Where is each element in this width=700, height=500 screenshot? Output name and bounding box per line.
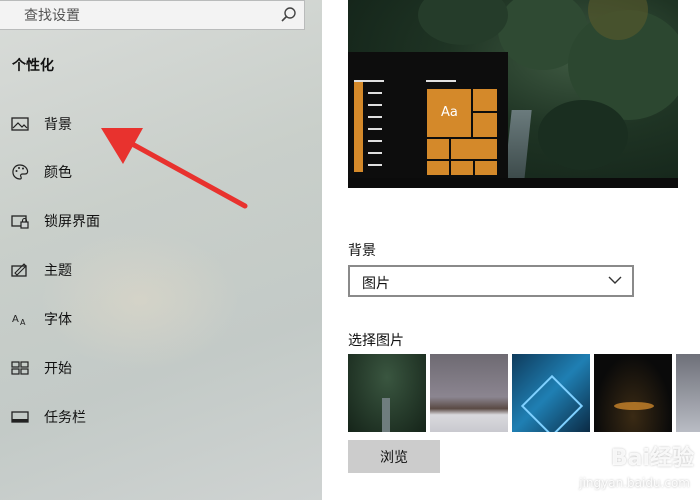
theme-icon — [11, 263, 27, 277]
sidebar-item-label: 任务栏 — [44, 410, 86, 426]
svg-text:A: A — [12, 314, 19, 325]
svg-text:A: A — [20, 318, 26, 327]
palette-icon — [12, 164, 29, 180]
picture-thumbnail-1[interactable] — [348, 354, 426, 432]
background-preview: Aa — [348, 0, 678, 188]
watermark-url: jingyan.baidu.com — [579, 476, 690, 490]
red-arrow-annotation — [101, 128, 248, 209]
sidebar-item-label: 开始 — [44, 361, 72, 377]
picture-thumbnail-4[interactable] — [594, 354, 672, 432]
search-box[interactable] — [0, 0, 305, 30]
preview-tile-text: Aa — [441, 105, 458, 120]
background-type-dropdown[interactable]: 图片 — [348, 265, 634, 297]
sidebar-item-themes[interactable]: 主题 — [0, 250, 322, 290]
search-icon[interactable] — [280, 6, 298, 24]
picture-thumbnail-2[interactable] — [430, 354, 508, 432]
sidebar-item-fonts[interactable]: A A 字体 — [0, 299, 322, 339]
settings-sidebar: 个性化 背景 颜色 锁屏界面 主题 A A 字 — [0, 0, 322, 500]
taskbar-icon — [11, 411, 29, 423]
browse-button[interactable]: 浏览 — [348, 440, 440, 473]
lock-screen-icon — [11, 215, 29, 229]
preview-start-menu: Aa — [348, 52, 508, 178]
search-input[interactable] — [22, 5, 276, 27]
picture-thumbnail-5[interactable] — [676, 354, 700, 432]
dropdown-value: 图片 — [362, 276, 390, 292]
section-title: 个性化 — [12, 58, 54, 74]
preview-taskbar — [348, 178, 678, 188]
sidebar-item-label: 锁屏界面 — [44, 214, 100, 230]
sidebar-item-label: 背景 — [44, 117, 72, 133]
sidebar-item-label: 主题 — [44, 263, 72, 279]
picture-icon — [11, 117, 29, 131]
sidebar-item-start[interactable]: 开始 — [0, 348, 322, 388]
preview-path — [504, 110, 532, 180]
preview-tile-large: Aa — [426, 88, 472, 138]
main-panel: Aa 背景 图片 选择图片 浏览 Bai经验 jingyan.baidu.com — [322, 0, 700, 500]
background-label: 背景 — [348, 243, 376, 259]
picture-thumbnail-3[interactable] — [512, 354, 590, 432]
sidebar-item-label: 颜色 — [44, 165, 72, 181]
choose-picture-label: 选择图片 — [348, 333, 404, 349]
sidebar-item-label: 字体 — [44, 312, 72, 328]
sidebar-item-taskbar[interactable]: 任务栏 — [0, 397, 322, 437]
chevron-down-icon — [608, 276, 622, 284]
start-icon — [11, 361, 29, 375]
watermark-logo: Bai经验 — [610, 446, 694, 471]
font-icon: A A — [12, 314, 26, 327]
